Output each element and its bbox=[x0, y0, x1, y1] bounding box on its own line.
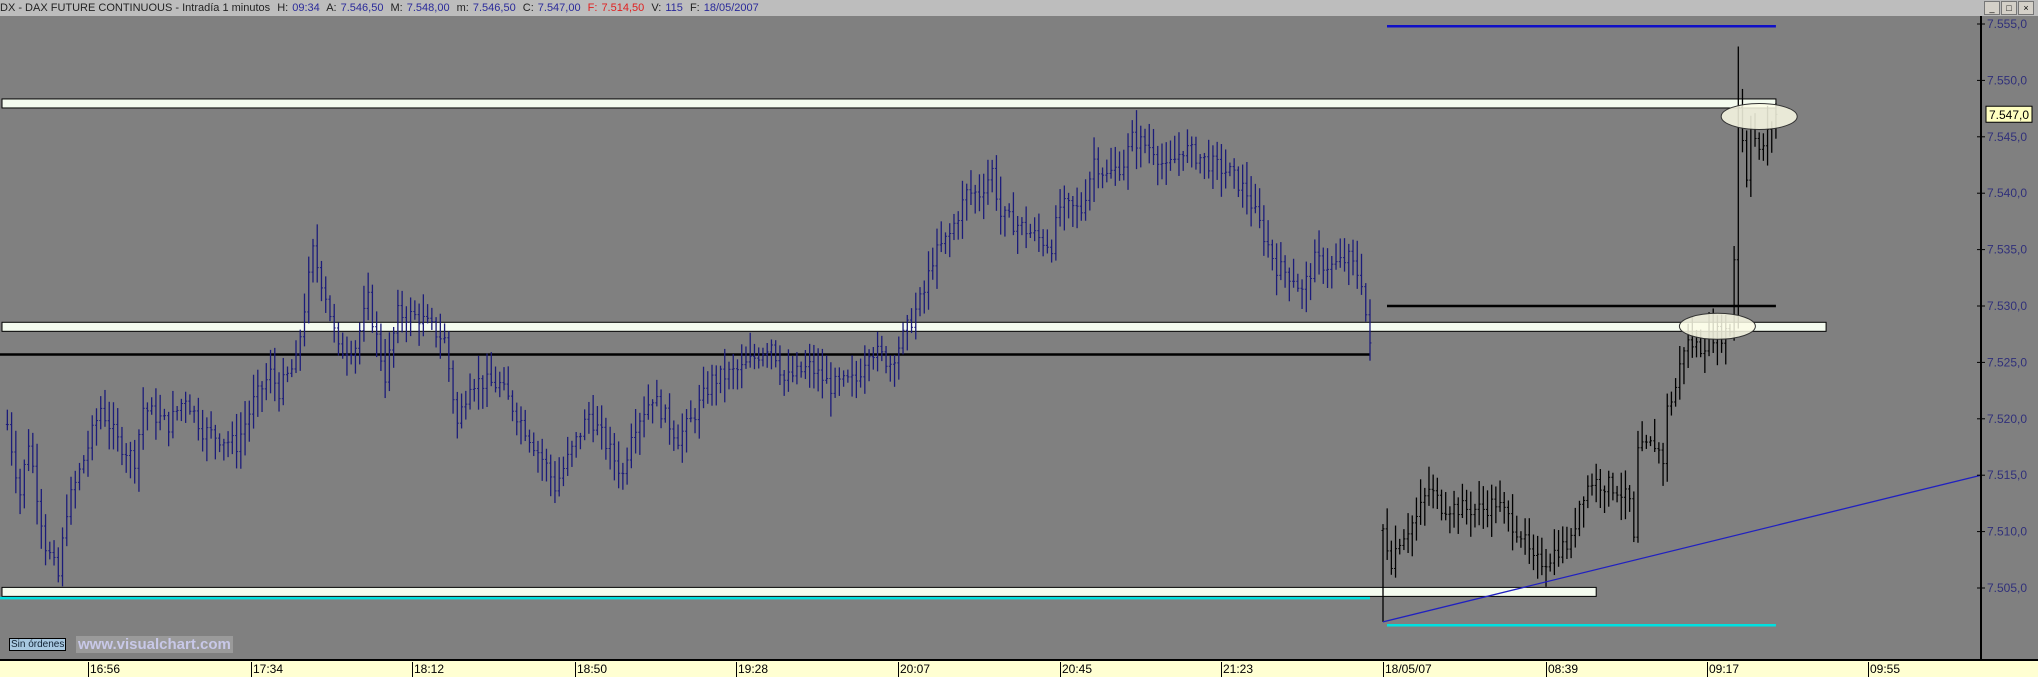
hour-label: H: bbox=[277, 2, 289, 14]
f-label: F: bbox=[587, 2, 598, 14]
maximize-button[interactable]: □ bbox=[2001, 1, 2017, 15]
y-tick-label: 7.545,0 bbox=[1987, 130, 2027, 144]
orders-status-button[interactable]: Sin órdenes bbox=[9, 638, 67, 651]
date-value: 18/05/2007 bbox=[703, 2, 759, 14]
y-tick-label: 7.525,0 bbox=[1987, 355, 2027, 369]
x-tick-label: 08:39 bbox=[1546, 662, 1579, 677]
resistance-band bbox=[1, 98, 1777, 109]
volume-value: 115 bbox=[665, 2, 683, 14]
y-tick-label: 7.505,0 bbox=[1987, 581, 2027, 595]
close-label: C: bbox=[522, 2, 534, 14]
window-controls: _ □ × bbox=[1984, 1, 2034, 15]
x-axis: 16:56 17:34 18:12 18:50 19:28 20:07 20:45 21:23… bbox=[0, 659, 2038, 677]
x-tick-label: 20:07 bbox=[898, 662, 931, 677]
y-tick-label: 7.530,0 bbox=[1987, 299, 2027, 313]
hour-value: 09:34 bbox=[292, 2, 320, 14]
y-tick-label: 7.510,0 bbox=[1987, 525, 2027, 539]
y-tick-label: 7.535,0 bbox=[1987, 243, 2027, 257]
symbol-title: DX - DAX FUTURE CONTINUOUS - Intradía 1 … bbox=[0, 2, 271, 14]
high-label: M: bbox=[390, 2, 403, 14]
y-tick-label: 7.550,0 bbox=[1987, 73, 2027, 87]
y-tick-label: 7.515,0 bbox=[1987, 468, 2027, 482]
x-tick-label: 20:45 bbox=[1060, 662, 1093, 677]
low-value: 7.546,50 bbox=[472, 2, 516, 14]
x-tick-label: 09:17 bbox=[1707, 662, 1740, 677]
close-button[interactable]: × bbox=[2018, 1, 2034, 15]
date-label: F: bbox=[689, 2, 700, 14]
high-value: 7.548,00 bbox=[406, 2, 450, 14]
y-tick-label: 7.520,0 bbox=[1987, 412, 2027, 426]
close-value: 7.547,00 bbox=[537, 2, 581, 14]
watermark: www.visualchart.com bbox=[76, 636, 233, 653]
highlight-ellipse-bottom bbox=[1678, 312, 1756, 340]
x-tick-label: 17:34 bbox=[251, 662, 284, 677]
x-tick-label: 18/05/07 bbox=[1383, 662, 1432, 677]
last-price-label: 7.547,0 bbox=[1989, 108, 2029, 122]
x-tick-label: 21:23 bbox=[1221, 662, 1254, 677]
y-tick-label: 7.540,0 bbox=[1987, 186, 2027, 200]
f-value: 7.514,50 bbox=[601, 2, 645, 14]
minimize-button[interactable]: _ bbox=[1984, 1, 2000, 15]
x-tick-label: 18:12 bbox=[412, 662, 445, 677]
volume-label: V: bbox=[651, 2, 662, 14]
x-tick-label: 09:55 bbox=[1868, 662, 1901, 677]
support-band bbox=[1, 586, 1597, 597]
x-tick-label: 18:50 bbox=[575, 662, 608, 677]
open-label: A: bbox=[326, 2, 337, 14]
x-tick-label: 16:56 bbox=[88, 662, 121, 677]
x-tick-label: 19:28 bbox=[736, 662, 769, 677]
low-label: m: bbox=[456, 2, 469, 14]
open-value: 7.546,50 bbox=[340, 2, 384, 14]
y-tick-label: 7.555,0 bbox=[1987, 17, 2027, 31]
highlight-ellipse-top bbox=[1720, 102, 1798, 130]
breakout-band bbox=[1, 321, 1827, 332]
chart-header: DX - DAX FUTURE CONTINUOUS - Intradía 1 … bbox=[0, 0, 2038, 16]
price-chart[interactable]: 7.505,0 7.510,0 7.515,0 7.520,0 7.525,0 7.530… bbox=[0, 0, 2038, 677]
